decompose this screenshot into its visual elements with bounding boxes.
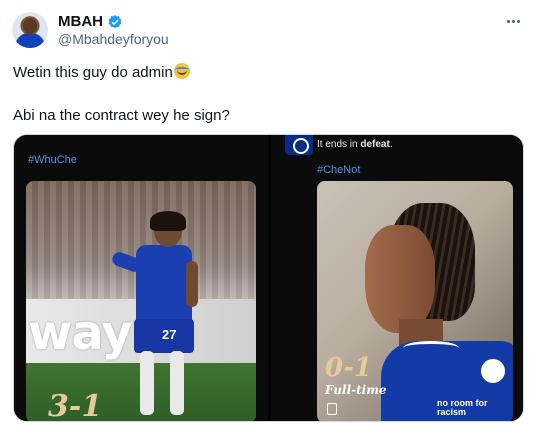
sleeve-sponsor: no room for racism: [437, 398, 488, 417]
league-logo-icon: [481, 359, 505, 383]
user-handle[interactable]: @Mbahdeyforyou: [58, 31, 169, 47]
tweet-text-1: Wetin this guy do admin: [13, 64, 173, 81]
player-running-photo: way 27 3-1: [26, 181, 256, 422]
result-caption: It ends in defeat.: [317, 139, 393, 150]
shirt-collar: [403, 341, 459, 355]
match-score-left: 3-1: [48, 389, 103, 422]
player-figure: 27: [98, 211, 208, 421]
avatar[interactable]: [12, 12, 48, 48]
player-arm: [186, 261, 198, 307]
full-time-label: Full-time: [325, 383, 387, 397]
result-caption-bold: defeat: [360, 139, 390, 150]
player-leg: [140, 351, 154, 415]
result-caption-prefix: It ends in: [317, 139, 361, 150]
laughing-emoji-icon: [173, 63, 190, 79]
player-hair: [150, 211, 186, 231]
media-image-right[interactable]: It ends in defeat. #CheNot no room for r…: [271, 135, 523, 421]
verified-badge-icon: [108, 14, 122, 28]
avatar-shirt: [19, 34, 41, 48]
avatar-head: [23, 18, 37, 34]
tweet: MBAH @Mbahdeyforyou Wetin this guy do ad…: [0, 0, 538, 430]
tweet-text-line-2: Abi na the contract wey he sign?: [13, 107, 230, 124]
media-grid[interactable]: #WhuChe way 27 3-1 It ends in defeat. #C…: [13, 134, 524, 422]
chelsea-crest-icon: [285, 135, 313, 155]
player-shirt: [136, 245, 192, 323]
display-name[interactable]: MBAH: [58, 13, 103, 30]
hashtag-chenot: #CheNot: [317, 164, 361, 176]
player-leg: [170, 351, 184, 415]
more-options-icon[interactable]: [502, 12, 524, 30]
shirt-number: 27: [162, 327, 177, 342]
result-caption-suffix: .: [389, 139, 393, 150]
hashtag-whuche: #WhuChe: [28, 154, 77, 166]
club-crest-icon: [327, 403, 337, 415]
author-name-row: MBAH: [58, 13, 123, 30]
player-face: [365, 225, 435, 333]
media-image-left[interactable]: #WhuChe way 27 3-1: [14, 135, 268, 421]
match-score-right: 0-1: [325, 353, 372, 383]
tweet-text-line-1: Wetin this guy do admin: [13, 63, 190, 83]
player-portrait-photo: no room for racism 0-1 Full-time: [317, 181, 513, 421]
